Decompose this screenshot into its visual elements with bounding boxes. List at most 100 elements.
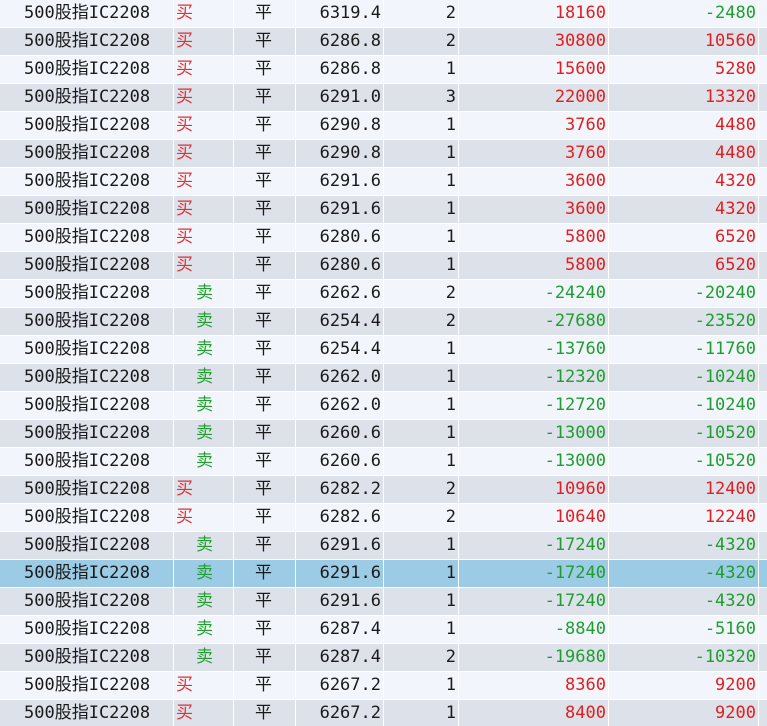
price-cell: 6287.4	[319, 647, 381, 667]
pnl-cell: -19680	[544, 647, 606, 667]
column-divider	[295, 588, 296, 615]
offset-cell: 平	[255, 647, 272, 667]
pnl-cell: -10240	[694, 395, 756, 415]
column-divider	[758, 0, 759, 27]
column-divider	[295, 224, 296, 251]
direction-cell: 买	[176, 3, 193, 23]
column-divider	[233, 308, 234, 335]
column-divider	[295, 0, 296, 27]
table-row[interactable]: 500股指IC2208 买 平 6286.8 1 15600 5280	[0, 56, 767, 84]
table-row[interactable]: 500股指IC2208 买 平 6290.8 1 3760 4480	[0, 140, 767, 168]
table-row[interactable]: 500股指IC2208 卖 平 6291.6 1 -17240 -4320	[0, 532, 767, 560]
quantity-cell: 1	[445, 535, 456, 555]
table-row[interactable]: 500股指IC2208 买 平 6291.6 1 3600 4320	[0, 196, 767, 224]
offset-cell: 平	[255, 199, 272, 219]
column-divider	[758, 56, 759, 83]
table-row[interactable]: 500股指IC2208 买 平 6319.4 2 18160 -2480	[0, 0, 767, 28]
pnl-cell: 4320	[715, 171, 756, 191]
price-cell: 6267.2	[319, 675, 381, 695]
table-row[interactable]: 500股指IC2208 买 平 6280.6 1 5800 6520	[0, 224, 767, 252]
pnl-cell: -13760	[544, 339, 606, 359]
table-row[interactable]: 500股指IC2208 卖 平 6260.6 1 -13000 -10520	[0, 420, 767, 448]
table-row[interactable]: 500股指IC2208 买 平 6267.2 1 8360 9200	[0, 672, 767, 700]
table-row[interactable]: 500股指IC2208 卖 平 6287.4 1 -8840 -5160	[0, 616, 767, 644]
table-row[interactable]: 500股指IC2208 买 平 6286.8 2 30800 10560	[0, 28, 767, 56]
price-cell: 6254.4	[319, 339, 381, 359]
column-divider	[458, 308, 459, 335]
table-row[interactable]: 500股指IC2208 卖 平 6254.4 2 -27680 -23520	[0, 308, 767, 336]
table-row[interactable]: 500股指IC2208 买 平 6282.6 2 10640 12240	[0, 504, 767, 532]
direction-cell: 卖	[196, 311, 213, 331]
column-divider	[758, 588, 759, 615]
price-cell: 6291.6	[319, 563, 381, 583]
table-row[interactable]: 500股指IC2208 买 平 6290.8 1 3760 4480	[0, 112, 767, 140]
pnl-cell: 22000	[554, 87, 606, 107]
table-row[interactable]: 500股指IC2208 卖 平 6262.0 1 -12320 -10240	[0, 364, 767, 392]
direction-cell: 卖	[196, 591, 213, 611]
table-row[interactable]: 500股指IC2208 卖 平 6260.6 1 -13000 -10520	[0, 448, 767, 476]
column-divider	[173, 252, 174, 279]
table-row[interactable]: 500股指IC2208 买 平 6280.6 1 5800 6520	[0, 252, 767, 280]
pnl-cell: 4320	[715, 199, 756, 219]
column-divider	[173, 504, 174, 531]
column-divider	[233, 336, 234, 363]
table-row[interactable]: 500股指IC2208 卖 平 6291.6 1 -17240 -4320	[0, 560, 767, 588]
quantity-cell: 2	[445, 3, 456, 23]
table-row[interactable]: 500股指IC2208 卖 平 6291.6 1 -17240 -4320	[0, 588, 767, 616]
column-divider	[383, 532, 384, 559]
offset-cell: 平	[255, 87, 272, 107]
quantity-cell: 2	[445, 507, 456, 527]
table-row[interactable]: 500股指IC2208 卖 平 6262.6 2 -24240 -20240	[0, 280, 767, 308]
column-divider	[458, 224, 459, 251]
contract-cell: 500股指IC2208	[24, 143, 151, 163]
column-divider	[458, 448, 459, 475]
table-row[interactable]: 500股指IC2208 买 平 6267.2 1 8400 9200	[0, 700, 767, 726]
table-row[interactable]: 500股指IC2208 买 平 6291.0 3 22000 13320	[0, 84, 767, 112]
column-divider	[233, 420, 234, 447]
quantity-cell: 1	[445, 171, 456, 191]
pnl-cell: 8360	[565, 675, 606, 695]
column-divider	[173, 84, 174, 111]
column-divider	[458, 420, 459, 447]
column-divider	[173, 476, 174, 503]
table-row[interactable]: 500股指IC2208 买 平 6282.2 2 10960 12400	[0, 476, 767, 504]
offset-cell: 平	[255, 619, 272, 639]
table-row[interactable]: 500股指IC2208 买 平 6291.6 1 3600 4320	[0, 168, 767, 196]
table-row[interactable]: 500股指IC2208 卖 平 6254.4 1 -13760 -11760	[0, 336, 767, 364]
column-divider	[295, 140, 296, 167]
contract-cell: 500股指IC2208	[24, 367, 151, 387]
column-divider	[173, 392, 174, 419]
contract-cell: 500股指IC2208	[24, 479, 151, 499]
column-divider	[233, 112, 234, 139]
column-divider	[608, 476, 609, 503]
column-divider	[233, 700, 234, 726]
price-cell: 6280.6	[319, 227, 381, 247]
pnl-cell: 8400	[565, 703, 606, 723]
table-row[interactable]: 500股指IC2208 卖 平 6262.0 1 -12720 -10240	[0, 392, 767, 420]
column-divider	[295, 308, 296, 335]
contract-cell: 500股指IC2208	[24, 115, 151, 135]
column-divider	[758, 28, 759, 55]
column-divider	[383, 28, 384, 55]
column-divider	[608, 56, 609, 83]
quantity-cell: 1	[445, 423, 456, 443]
pnl-cell: -17240	[544, 535, 606, 555]
table-row[interactable]: 500股指IC2208 卖 平 6287.4 2 -19680 -10320	[0, 644, 767, 672]
column-divider	[173, 644, 174, 671]
column-divider	[233, 0, 234, 27]
column-divider	[233, 560, 234, 587]
offset-cell: 平	[255, 59, 272, 79]
column-divider	[383, 56, 384, 83]
contract-cell: 500股指IC2208	[24, 255, 151, 275]
column-divider	[758, 168, 759, 195]
column-divider	[383, 420, 384, 447]
contract-cell: 500股指IC2208	[24, 507, 151, 527]
column-divider	[233, 644, 234, 671]
pnl-cell: -23520	[694, 311, 756, 331]
column-divider	[295, 644, 296, 671]
column-divider	[383, 560, 384, 587]
pnl-cell: -4320	[704, 563, 756, 583]
column-divider	[458, 364, 459, 391]
pnl-cell: 18160	[554, 3, 606, 23]
offset-cell: 平	[255, 283, 272, 303]
